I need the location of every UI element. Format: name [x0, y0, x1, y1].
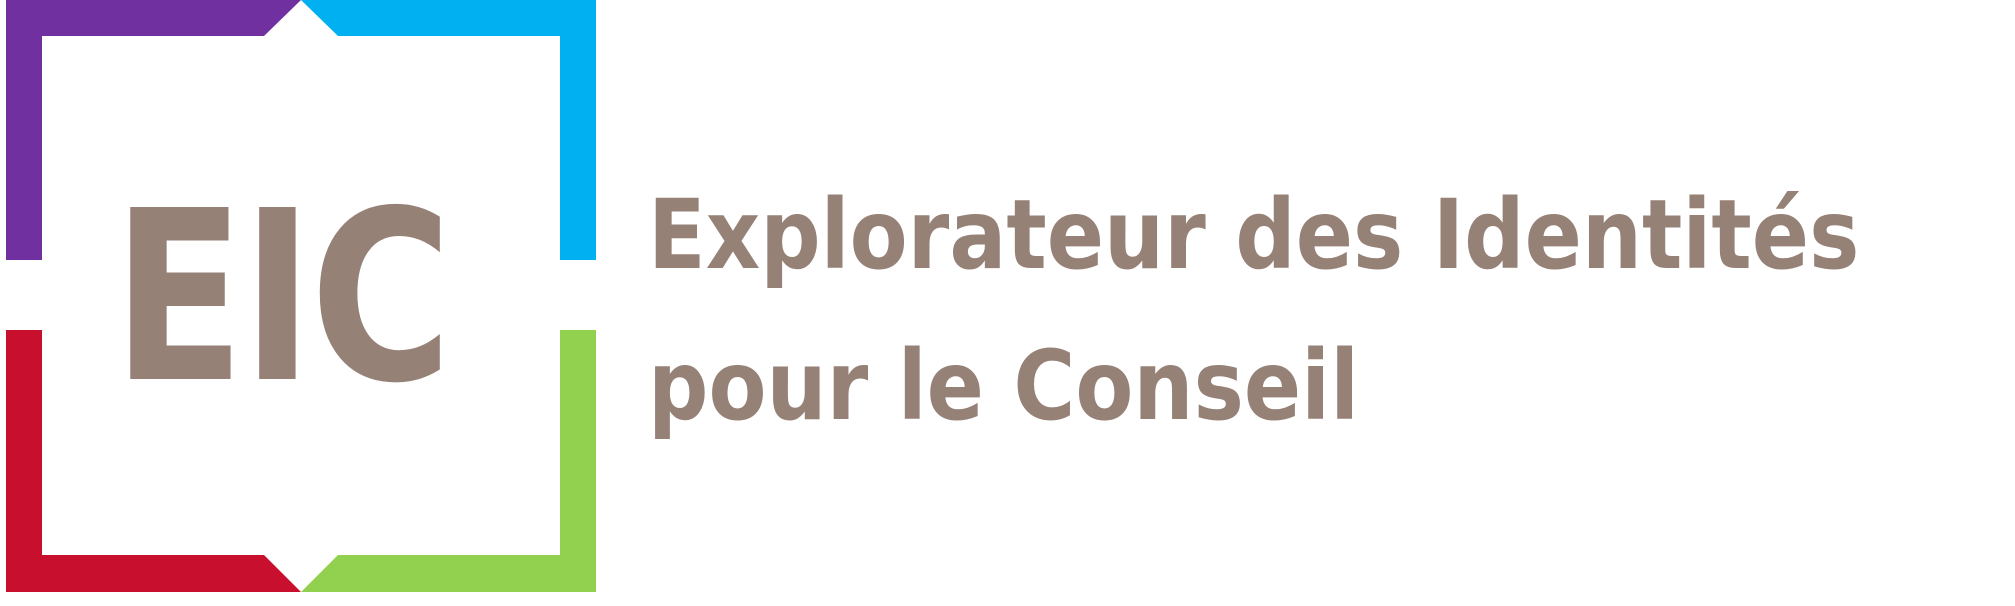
logo-monogram: EIC — [112, 160, 453, 435]
tagline-line-1: Explorateur des Identités — [648, 179, 1860, 291]
tagline-line-2: pour le Conseil — [648, 330, 1360, 442]
tagline: Explorateur des Identités pour le Consei… — [648, 160, 2015, 462]
